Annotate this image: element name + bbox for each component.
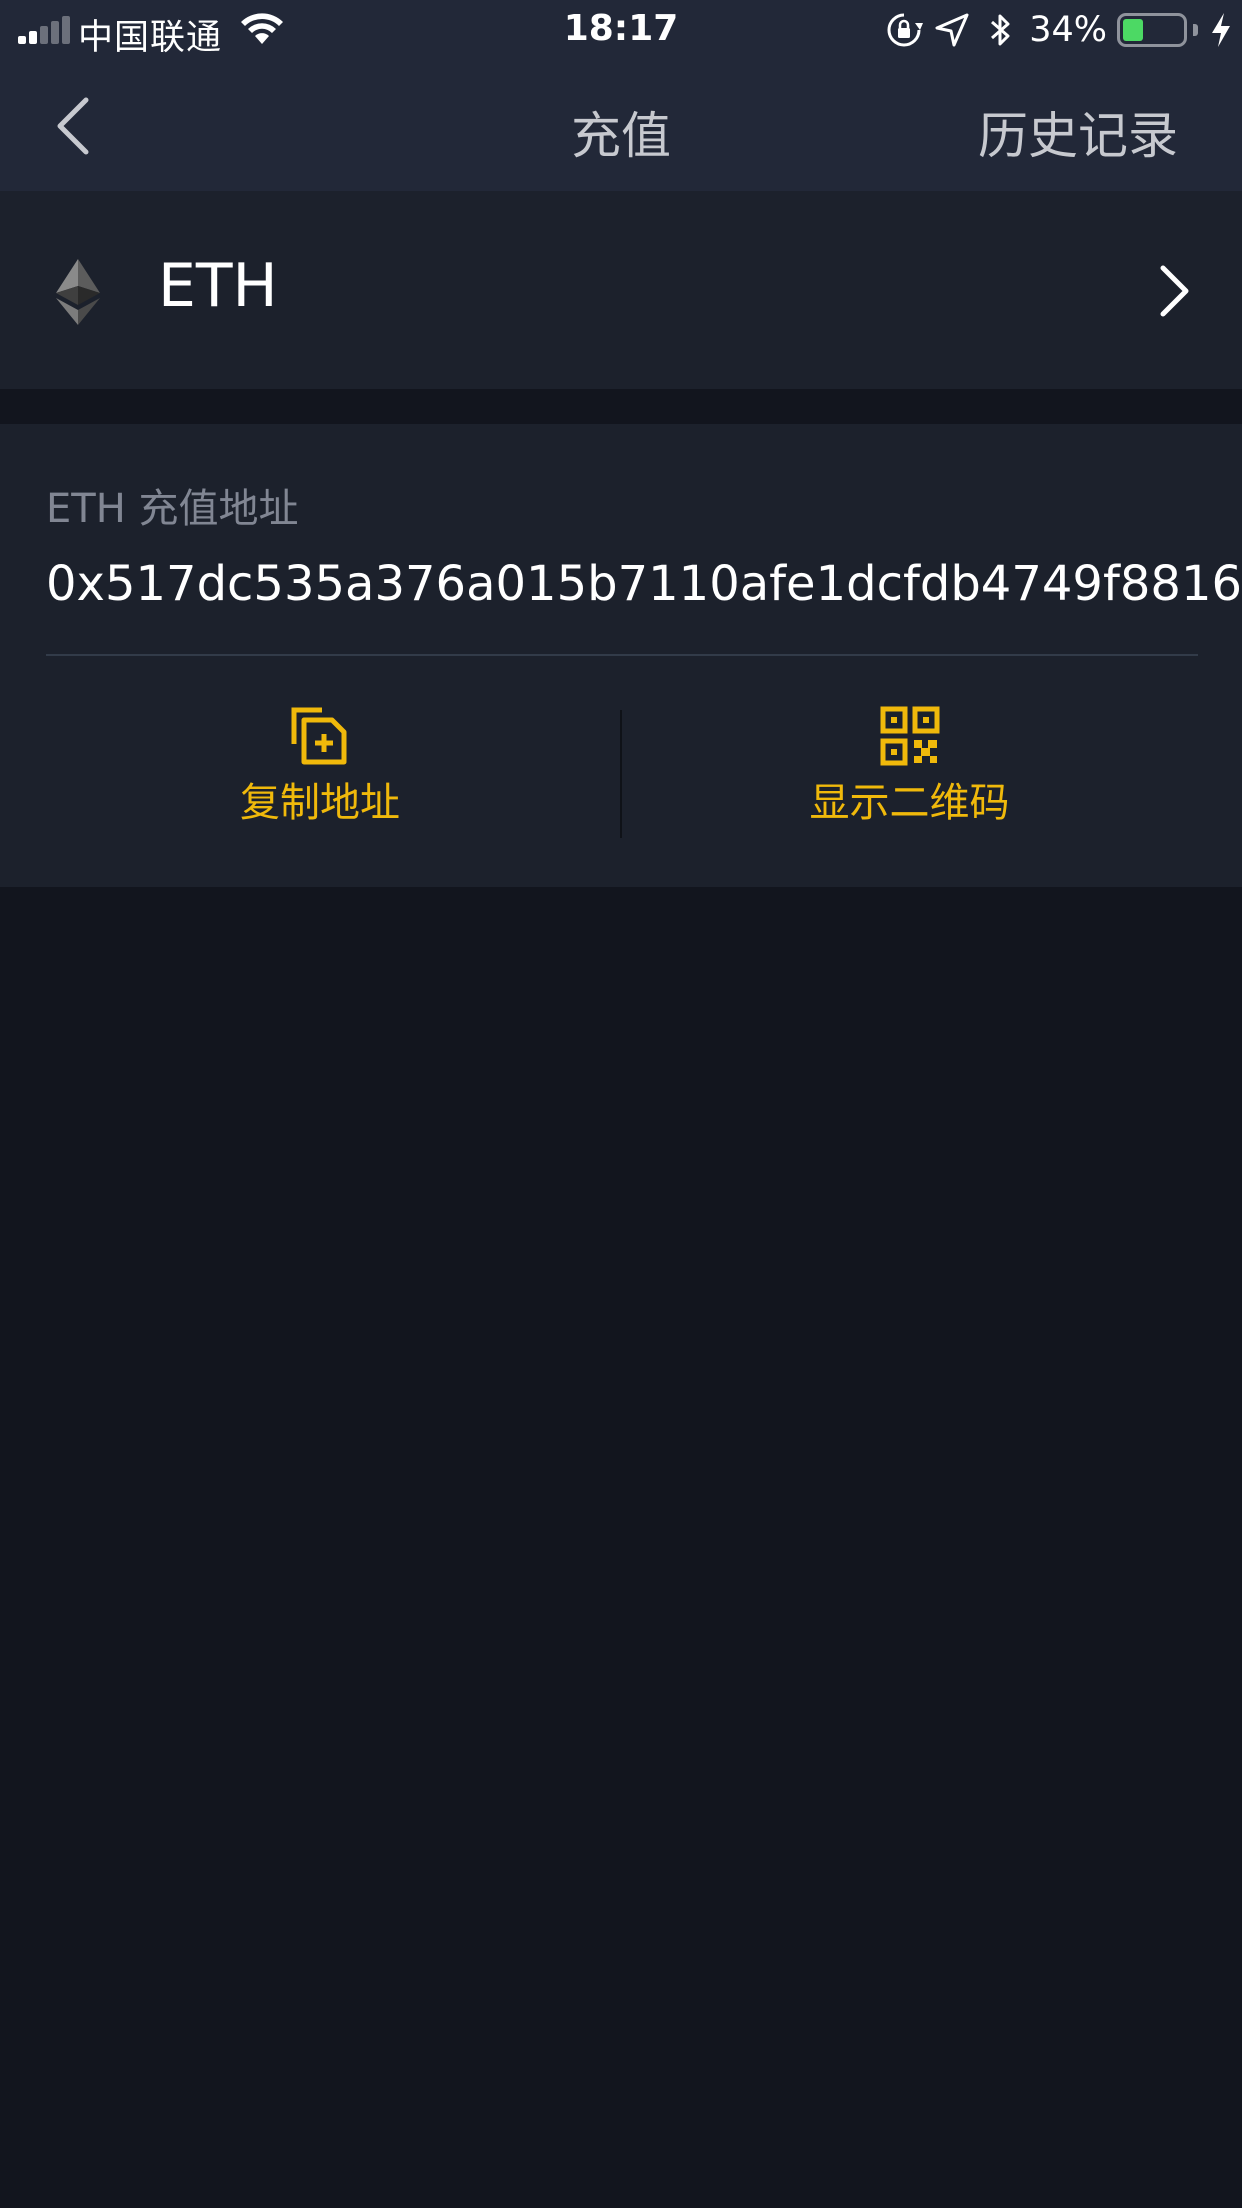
history-button[interactable]: 历史记录 <box>978 96 1178 168</box>
status-right: 34% <box>885 10 1232 50</box>
coin-selector[interactable]: ETH <box>0 191 1242 389</box>
deposit-address-card: ETH 充值地址 0x517dc535a376a015b7110afe1dcfd… <box>0 424 1242 887</box>
bluetooth-icon <box>991 14 1010 46</box>
qr-code-icon <box>880 706 939 766</box>
show-qr-button[interactable]: 显示二维码 <box>622 706 1197 838</box>
copy-icon <box>291 707 347 765</box>
battery-percent: 34% <box>1029 10 1107 50</box>
divider <box>46 654 1198 656</box>
rotation-lock-icon <box>887 13 924 47</box>
deposit-address[interactable]: 0x517dc535a376a015b7110afe1dcfdb4749f881… <box>46 556 1242 612</box>
copy-address-label: 复制地址 <box>240 780 400 826</box>
top-bar: 中国联通 18:17 34% 充值 历史记录 <box>0 0 1242 191</box>
copy-address-button[interactable]: 复制地址 <box>20 706 620 838</box>
battery-icon <box>1117 13 1187 47</box>
eth-icon <box>56 259 100 325</box>
location-icon <box>935 13 969 47</box>
charging-bolt-icon <box>1212 13 1230 47</box>
address-label: ETH 充值地址 <box>46 486 299 532</box>
coin-name: ETH <box>158 251 278 321</box>
status-bar: 中国联通 18:17 34% <box>0 0 1242 62</box>
battery-tip <box>1193 24 1198 36</box>
show-qr-label: 显示二维码 <box>809 780 1010 826</box>
section-gap <box>0 389 1242 424</box>
chevron-right-icon <box>1160 265 1189 317</box>
